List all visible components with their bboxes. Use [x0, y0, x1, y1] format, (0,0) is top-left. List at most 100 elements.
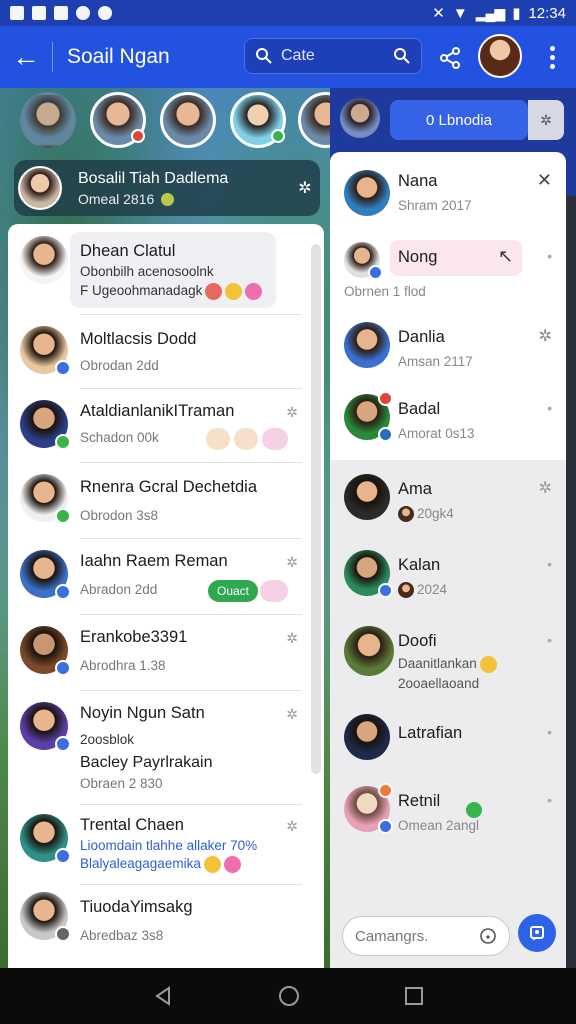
nav-home-icon[interactable] — [277, 984, 301, 1008]
list-item[interactable]: Noyin Ngun Satn 2oosblok Bacley Payrlrak… — [8, 692, 324, 805]
reaction-chip — [260, 580, 288, 602]
chat-name: Erankobe3391 — [80, 628, 188, 646]
chat-name: Moltlacsis Dodd — [80, 330, 197, 348]
contact-item[interactable]: Nana Shram 2017 ✕ — [330, 160, 566, 230]
reaction-chip — [206, 428, 230, 450]
contact-name: Ama — [398, 480, 432, 498]
chat-preview: Abredbaz 3s8 — [80, 928, 164, 943]
message-composer[interactable]: Camangrs. — [342, 916, 510, 956]
list-item[interactable]: Iaahn Raem Reman Abradon 2dd ✲ Ouact — [8, 540, 324, 615]
list-item[interactable]: Rnenra Gcral Dechetdia Obrodon 3s8 — [8, 464, 324, 539]
close-icon[interactable]: ✕ — [537, 170, 552, 191]
story-avatar[interactable] — [230, 92, 286, 148]
avatar — [20, 626, 71, 676]
system-navigation-bar — [0, 968, 576, 1024]
list-item[interactable]: Dhean Clatul Obonbilh acenosoolnk F Ugeo… — [8, 224, 324, 315]
more-icon[interactable]: • — [547, 724, 552, 740]
signal-icon: ▂▄▆ — [475, 4, 505, 21]
chat-preview: Schadon 00k — [80, 430, 159, 445]
avatar — [344, 391, 393, 442]
contact-item[interactable]: Latrafian • — [330, 710, 566, 782]
share-icon — [440, 47, 460, 69]
more-icon[interactable]: • — [547, 248, 552, 264]
divider — [80, 804, 302, 805]
reaction-chip — [262, 428, 288, 450]
chat-preview-2: Bacley Payrlrakain — [80, 754, 213, 771]
divider — [80, 690, 302, 691]
reaction-chip — [234, 428, 258, 450]
contact-item[interactable]: Doofi Daanitlankan 2ooaellaoand • — [330, 620, 566, 710]
share-button[interactable] — [436, 44, 464, 72]
chat-name: TiuodaYimsakg — [80, 898, 193, 916]
settings-icon[interactable]: ✲ — [528, 100, 564, 140]
chat-preview: Abrodhra 1.38 — [80, 658, 166, 673]
app-icon — [54, 6, 68, 20]
profile-avatar[interactable] — [478, 34, 522, 78]
contact-sub: Daanitlankan — [398, 656, 497, 673]
search-submit-icon[interactable] — [393, 47, 411, 65]
contact-item[interactable]: Danlia Amsan 2117 ✲ — [330, 316, 566, 386]
mute-icon: ✕ — [432, 5, 445, 22]
back-arrow-icon: ← — [12, 41, 40, 72]
more-icon[interactable]: • — [547, 792, 552, 808]
avatar — [344, 550, 393, 598]
contact-sub: 20gk4 — [398, 506, 454, 523]
search-input[interactable]: Cate — [281, 47, 385, 65]
sync-icon — [76, 6, 90, 20]
chat-preview-3: Obraen 2 830 — [80, 776, 163, 791]
list-item[interactable]: Trental Chaen Lioomdain tlahhe allaker 7… — [8, 808, 324, 885]
contact-item[interactable]: Retnil Omean 2angl • — [330, 782, 566, 862]
list-item[interactable]: TiuodaYimsakg Abredbaz 3s8 — [8, 886, 324, 966]
story-avatar[interactable] — [160, 92, 216, 148]
avatar — [344, 783, 393, 834]
chat-preview-2: F Ugeoohmanadagk — [80, 283, 263, 300]
back-button[interactable]: ← — [0, 26, 52, 88]
notification-icon — [10, 6, 24, 20]
story-avatar[interactable] — [90, 92, 146, 148]
chat-preview: Lioomdain tlahhe allaker 70% — [80, 838, 258, 853]
overflow-menu-button[interactable] — [540, 40, 564, 74]
contact-name: Retnil — [398, 792, 441, 810]
chat-name: Noyin Ngun Satn — [80, 704, 205, 722]
pinned-chat-banner[interactable]: Bosalil Tiah Dadlema Omeal 2816 ✲ — [14, 160, 320, 216]
contact-name: Badal — [398, 400, 441, 418]
divider — [80, 884, 302, 885]
send-button[interactable] — [518, 914, 556, 952]
avatar — [20, 550, 71, 600]
contact-name: Nana — [398, 172, 438, 190]
story-avatar[interactable] — [20, 92, 76, 148]
header-action-button[interactable]: 0 Lbnodia — [390, 100, 528, 140]
contact-sub: Amorat 0s13 — [398, 426, 475, 441]
contact-item[interactable]: Badal Amorat 0s13 • — [330, 388, 566, 460]
divider — [80, 314, 302, 315]
scrollbar[interactable] — [311, 244, 321, 774]
more-icon[interactable]: • — [547, 632, 552, 648]
divider — [80, 462, 302, 463]
contact-sub: Obrnen 1 flod — [344, 284, 426, 299]
emoji-icon[interactable] — [479, 927, 497, 945]
divider — [80, 538, 302, 539]
cursor-icon: ↖ — [498, 246, 514, 266]
chat-name: Rnenra Gcral Dechetdia — [80, 478, 258, 496]
contact-item[interactable]: Nong Obrnen 1 flod ↖ • — [330, 236, 566, 314]
list-item[interactable]: AtaldianlanikITraman Schadon 00k ✲ — [8, 390, 324, 463]
more-icon[interactable]: • — [547, 556, 552, 572]
chat-preview: Obrodan 2dd — [80, 358, 159, 373]
message-input[interactable]: Camangrs. — [355, 928, 479, 945]
gallery-icon — [32, 6, 46, 20]
pin-icon: ✲ — [286, 818, 298, 834]
nav-recents-icon[interactable] — [404, 986, 424, 1006]
contact-item[interactable]: Kalan 2024 • — [330, 544, 566, 616]
contact-item[interactable]: Ama 20gk4 ✲ — [330, 468, 566, 540]
search-icon — [256, 48, 272, 64]
pin-icon[interactable]: ✲ — [290, 178, 320, 198]
search-field[interactable]: Cate — [244, 38, 422, 74]
pin-icon: ✲ — [286, 630, 298, 646]
more-icon[interactable]: • — [547, 400, 552, 416]
nav-back-icon[interactable] — [152, 985, 174, 1007]
list-item[interactable]: Moltlacsis Dodd Obrodan 2dd — [8, 316, 324, 389]
avatar — [344, 626, 394, 676]
list-item[interactable]: Erankobe3391 Abrodhra 1.38 ✲ — [8, 616, 324, 691]
clock: 12:34 — [528, 4, 566, 22]
chat-name: Trental Chaen — [80, 816, 184, 834]
